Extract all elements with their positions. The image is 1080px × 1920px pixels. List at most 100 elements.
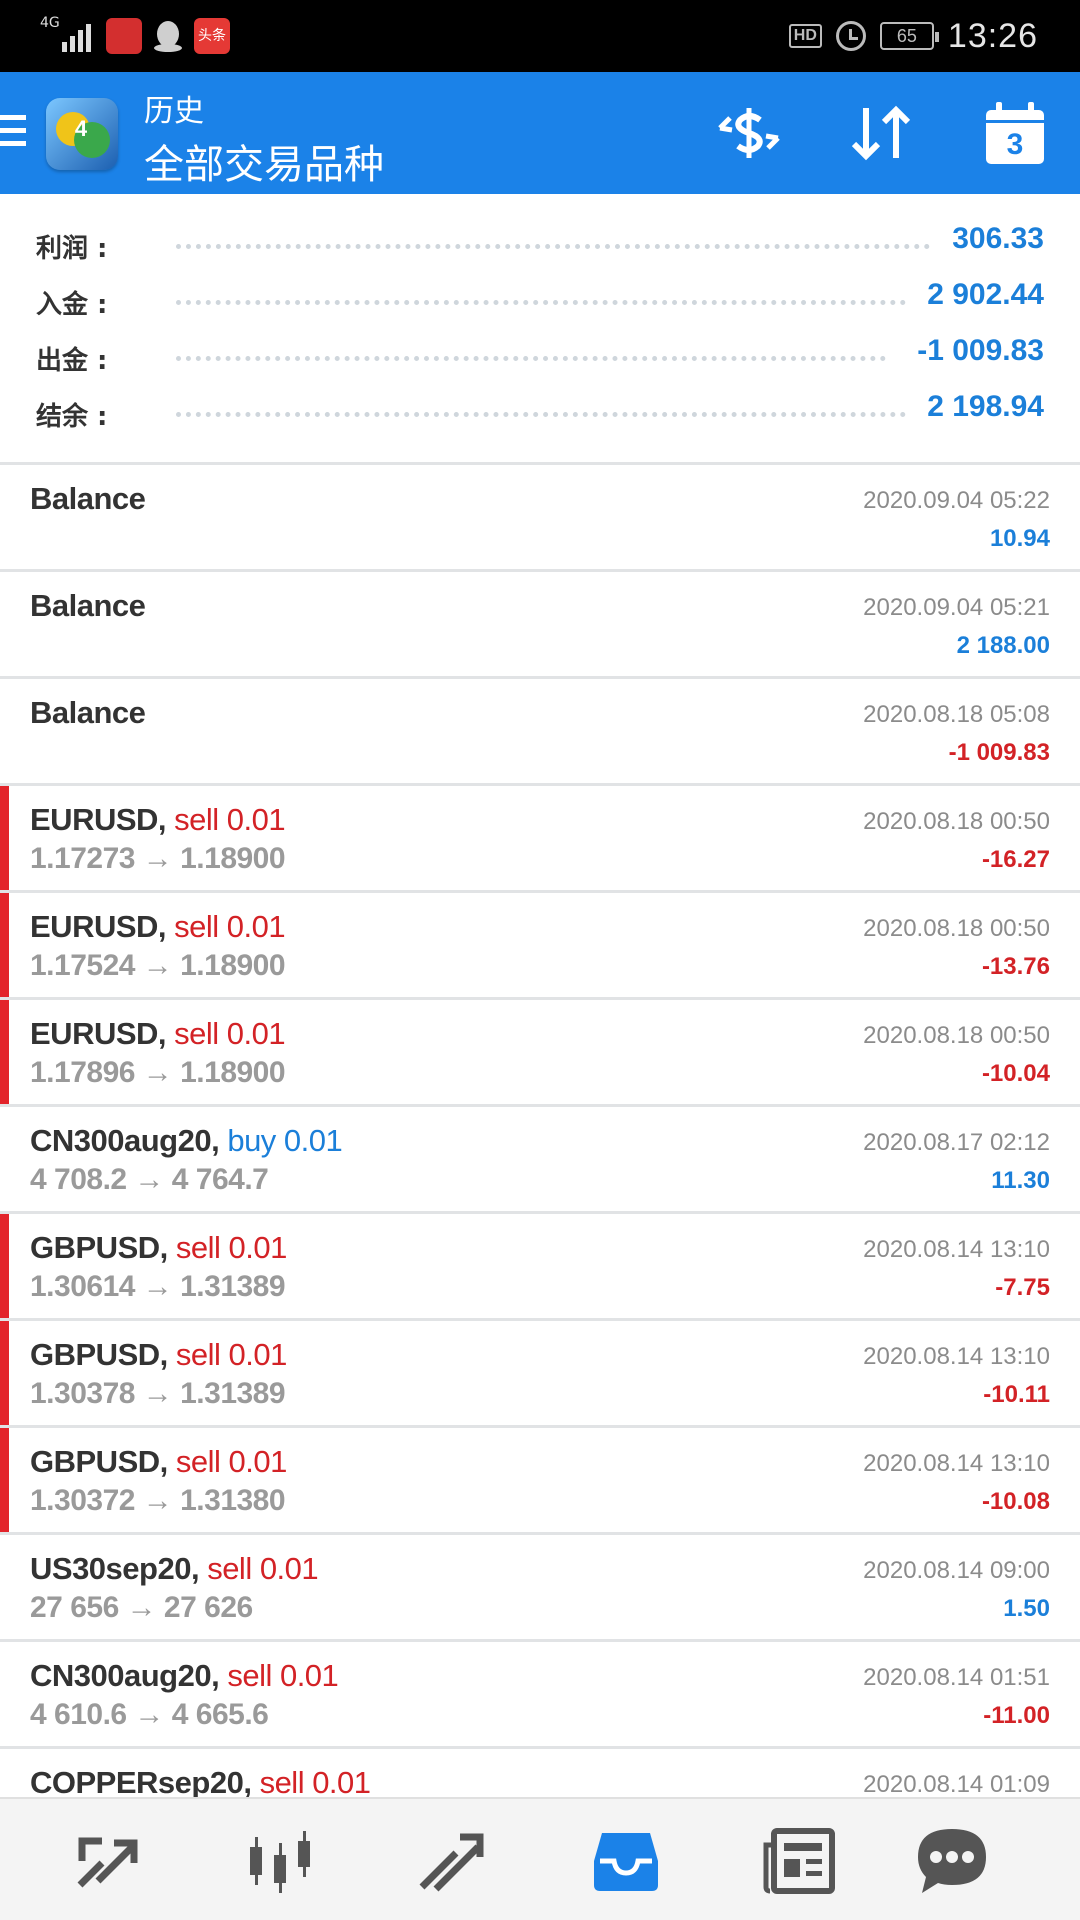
history-icon[interactable]	[586, 1821, 666, 1901]
deal-symbol: EURUSD	[30, 802, 158, 837]
deal-profit: 2 188.00	[956, 632, 1050, 659]
deal-profit: -10.08	[981, 1488, 1050, 1515]
dotted-leader	[176, 356, 886, 362]
deal-symbol: CN300aug20	[30, 1658, 212, 1693]
deal-prices: 1.30372 → 1.31380	[30, 1484, 286, 1517]
sort-icon[interactable]	[844, 98, 918, 168]
deal-side: sell 0.01	[174, 802, 286, 837]
list-item-trade[interactable]: CN300aug20, sell 0.01 4 610.6 → 4 665.6 …	[0, 1642, 1080, 1749]
list-item-trade[interactable]: GBPUSD, sell 0.01 1.30372 → 1.31380 2020…	[0, 1428, 1080, 1535]
list-item-trade[interactable]: GBPUSD, sell 0.01 1.30378 → 1.31389 2020…	[0, 1321, 1080, 1428]
deal-symbol: CN300aug20	[30, 1123, 212, 1158]
dotted-leader	[176, 300, 906, 306]
status-time: 13:26	[947, 16, 1038, 55]
deal-time: 2020.08.14 13:10	[863, 1343, 1050, 1370]
summary-row-withdrawal: 出金 : -1 009.83	[0, 330, 1080, 386]
network-type: 4G	[40, 15, 60, 31]
bottom-nav	[0, 1797, 1080, 1920]
summary-panel: 利润 : 306.33 入金 : 2 902.44 出金 : -1 009.83…	[0, 194, 1080, 464]
news-icon[interactable]	[760, 1821, 840, 1901]
deal-time: 2020.08.18 00:50	[863, 915, 1050, 942]
deal-side: sell 0.01	[175, 1337, 287, 1372]
deal-profit: 1.50	[1003, 1595, 1050, 1622]
chart-icon[interactable]	[240, 1821, 320, 1901]
page-subtitle: 历史	[144, 95, 204, 128]
deal-symbol: EURUSD	[30, 1016, 158, 1051]
deal-profit: -10.11	[983, 1381, 1050, 1408]
history-list[interactable]: Balance 2020.09.04 05:22 10.94 Balance 2…	[0, 465, 1080, 1797]
list-item-balance[interactable]: Balance 2020.09.04 05:22 10.94	[0, 465, 1080, 572]
deal-side: sell 0.01	[174, 1016, 286, 1051]
summary-row-deposit: 入金 : 2 902.44	[0, 274, 1080, 330]
deal-time: 2020.09.04 05:22	[863, 487, 1050, 514]
list-item-trade[interactable]: EURUSD, sell 0.01 1.17896 → 1.18900 2020…	[0, 1000, 1080, 1107]
list-item-trade[interactable]: EURUSD, sell 0.01 1.17273 → 1.18900 2020…	[0, 786, 1080, 893]
list-item-trade[interactable]: US30sep20, sell 0.01 27 656 → 27 626 202…	[0, 1535, 1080, 1642]
deal-time: 2020.08.14 13:10	[863, 1450, 1050, 1477]
deal-profit: -7.75	[995, 1274, 1050, 1301]
status-bar: 4G 头条 HD 65 13:26	[0, 0, 1080, 72]
summary-label: 结余 :	[36, 402, 108, 432]
deal-title: Balance	[30, 695, 146, 730]
deal-profit: -13.76	[981, 953, 1050, 980]
deal-side: sell 0.01	[174, 909, 286, 944]
deal-profit: 10.94	[989, 525, 1050, 552]
summary-label: 利润 :	[36, 234, 108, 264]
deal-side: sell 0.01	[259, 1765, 371, 1797]
deal-side: sell 0.01	[207, 1551, 319, 1586]
deal-time: 2020.08.17 02:12	[863, 1129, 1050, 1156]
summary-label: 入金 :	[36, 290, 108, 320]
list-item-balance[interactable]: Balance 2020.09.04 05:21 2 188.00	[0, 572, 1080, 679]
deal-symbol: GBPUSD	[30, 1230, 160, 1265]
trade-icon[interactable]	[412, 1821, 492, 1901]
deal-prices: 4 708.2 → 4 764.7	[30, 1163, 269, 1196]
deal-profit: -16.27	[981, 846, 1050, 873]
deal-title: Balance	[30, 588, 146, 623]
deal-time: 2020.08.14 01:51	[863, 1664, 1050, 1691]
list-item-trade[interactable]: CN300aug20, buy 0.01 4 708.2 → 4 764.7 2…	[0, 1107, 1080, 1214]
quotes-icon[interactable]	[68, 1821, 148, 1901]
deal-time: 2020.08.18 05:08	[863, 701, 1050, 728]
deal-side: sell 0.01	[175, 1230, 287, 1265]
summary-value: -1 009.83	[917, 334, 1044, 367]
qq-icon	[150, 18, 186, 54]
summary-value: 2 198.94	[927, 390, 1044, 423]
hd-indicator: HD	[788, 24, 822, 48]
chat-icon[interactable]	[912, 1821, 992, 1901]
deal-prices: 1.30378 → 1.31389	[30, 1377, 286, 1410]
summary-row-profit: 利润 : 306.33	[0, 218, 1080, 274]
battery-icon: 65	[879, 22, 939, 50]
deal-time: 2020.08.18 00:50	[863, 808, 1050, 835]
calendar-day: 3	[1007, 128, 1024, 161]
summary-row-balance: 结余 : 2 198.94	[0, 386, 1080, 442]
deal-prices: 1.17273 → 1.18900	[30, 842, 286, 875]
calendar-icon[interactable]: 3	[978, 98, 1052, 168]
news-app-icon: 头条	[194, 18, 230, 54]
deal-time: 2020.08.14 01:09	[863, 1771, 1050, 1797]
deal-symbol: GBPUSD	[30, 1444, 160, 1479]
app-logo: 4	[46, 98, 118, 170]
summary-value: 306.33	[952, 222, 1044, 255]
deal-time: 2020.08.14 13:10	[863, 1236, 1050, 1263]
deal-prices: 1.17896 → 1.18900	[30, 1056, 286, 1089]
deal-prices: 1.17524 → 1.18900	[30, 949, 286, 982]
alarm-icon	[835, 21, 866, 51]
list-item-balance[interactable]: Balance 2020.08.18 05:08 -1 009.83	[0, 679, 1080, 786]
deal-time: 2020.08.14 09:00	[863, 1557, 1050, 1584]
deal-profit: -11.00	[983, 1702, 1050, 1729]
deal-time: 2020.09.04 05:21	[863, 594, 1050, 621]
deal-profit: -1 009.83	[948, 739, 1050, 766]
dotted-leader	[176, 244, 930, 250]
list-item-trade[interactable]: COPPERsep20, sell 0.01 2020.08.14 01:09	[0, 1749, 1080, 1797]
list-item-trade[interactable]: GBPUSD, sell 0.01 1.30614 → 1.31389 2020…	[0, 1214, 1080, 1321]
menu-icon[interactable]	[0, 115, 26, 149]
list-item-trade[interactable]: EURUSD, sell 0.01 1.17524 → 1.18900 2020…	[0, 893, 1080, 1000]
deal-time: 2020.08.18 00:50	[863, 1022, 1050, 1049]
deal-symbol: COPPERsep20	[30, 1765, 244, 1797]
deal-profit: 11.30	[991, 1167, 1050, 1194]
deal-side: buy 0.01	[227, 1123, 343, 1158]
deposit-withdraw-icon[interactable]	[712, 98, 786, 168]
page-title[interactable]: 全部交易品种	[144, 132, 384, 190]
dotted-leader	[176, 412, 906, 418]
deal-symbol: GBPUSD	[30, 1337, 160, 1372]
